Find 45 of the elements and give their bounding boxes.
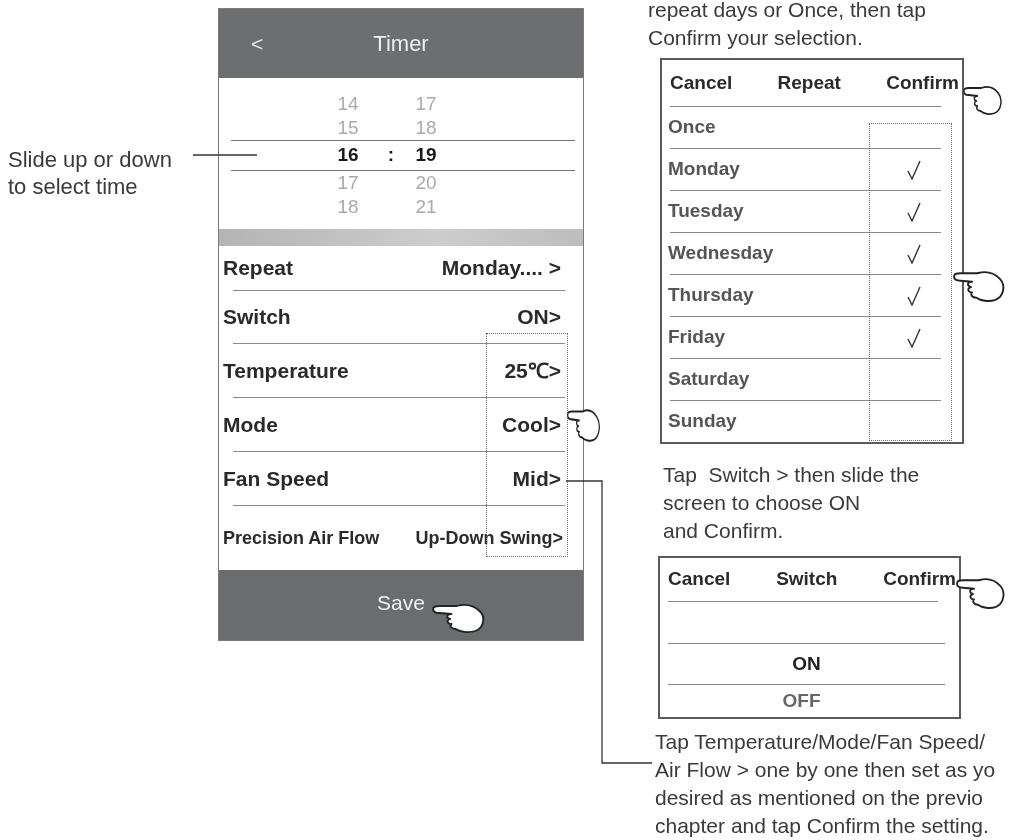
repeat-day-option[interactable]: Thursday (662, 275, 962, 316)
check-icon (907, 201, 921, 222)
hour-value[interactable]: 16 (328, 141, 368, 170)
check-icon (907, 285, 921, 306)
instruction-text: Tap Switch > then slide the screen to choose ON and Confirm. (663, 462, 920, 544)
check-icon (907, 243, 921, 264)
setting-label: Temperature (223, 358, 349, 385)
setting-value[interactable]: Mid> (512, 463, 561, 495)
cancel-button[interactable]: Cancel (669, 68, 734, 98)
check-icon (907, 327, 921, 348)
setting-label: Mode (223, 412, 278, 439)
instruction-text: Tap Temperature/Mode/Fan Speed/ Air Flow > one by one then set as yo desired as mentioned on the previo chapter and tap Confirm the setting. (655, 729, 996, 839)
setting-label: Repeat (223, 254, 294, 281)
setting-value[interactable]: Up-Down Swing> (415, 524, 563, 552)
screen-title: Timer (373, 30, 429, 56)
dialog-title: Repeat (777, 70, 841, 95)
pointing-hand-icon (432, 602, 486, 634)
repeat-day-option[interactable]: Friday (662, 317, 962, 358)
confirm-button[interactable]: Confirm (882, 565, 957, 594)
save-button[interactable]: Save (219, 570, 583, 640)
repeat-day-option[interactable]: Tuesday (662, 191, 962, 232)
minute-value[interactable]: 19 (414, 141, 438, 170)
switch-option[interactable]: OFF (660, 685, 959, 717)
repeat-day-option[interactable]: Monday (662, 149, 962, 190)
back-button[interactable]: < (247, 27, 268, 60)
dialog-title: Switch (776, 567, 838, 592)
check-icon (907, 159, 921, 180)
setting-label: Switch (223, 304, 291, 331)
switch-option[interactable]: ON (668, 643, 945, 685)
setting-value[interactable]: Monday.... > (441, 251, 561, 284)
leader-line (193, 154, 257, 156)
time-separator: : (386, 143, 396, 168)
setting-value[interactable]: Cool> (502, 409, 561, 441)
instruction-text: Slide up or down to select time (8, 146, 172, 200)
cancel-button[interactable]: Cancel (667, 565, 732, 594)
setting-value[interactable]: ON> (517, 301, 561, 333)
instruction-text: repeat days or Once, then tap Confirm your selection. (648, 0, 926, 51)
confirm-button[interactable]: Confirm (885, 68, 960, 98)
repeat-day-option[interactable]: Wednesday (662, 233, 962, 274)
repeat-day-option[interactable]: Once (662, 107, 962, 148)
repeat-day-option[interactable]: Sunday (662, 401, 962, 442)
repeat-day-option[interactable]: Saturday (662, 359, 962, 400)
setting-label: Fan Speed (223, 466, 330, 492)
setting-value[interactable]: 25℃> (504, 355, 561, 387)
setting-label: Precision Air Flow (223, 526, 380, 550)
